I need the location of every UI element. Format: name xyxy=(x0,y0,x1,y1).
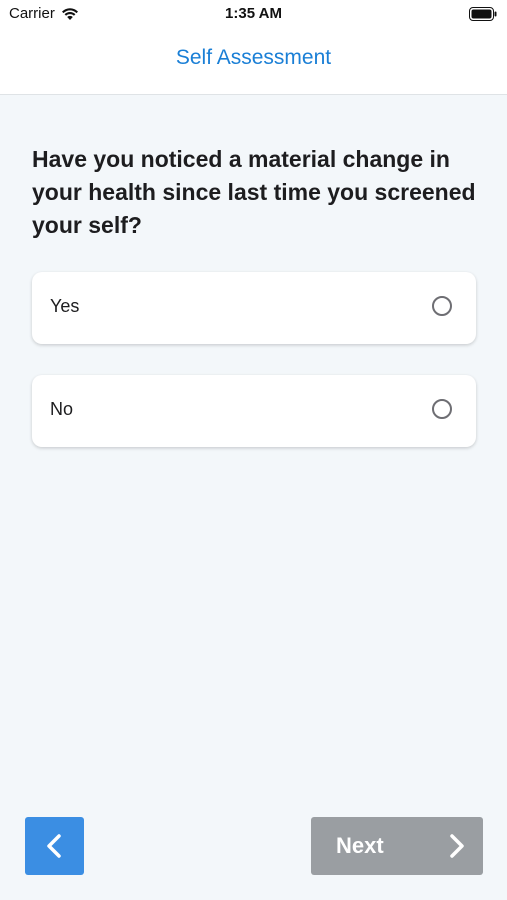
navigation-bar: Self Assessment xyxy=(0,30,507,95)
status-bar: Carrier 1:35 AM xyxy=(0,0,507,30)
chevron-left-icon xyxy=(47,834,61,858)
option-label-no: No xyxy=(50,399,74,419)
radio-button-no[interactable] xyxy=(432,399,452,419)
radio-button-yes[interactable] xyxy=(432,296,452,316)
next-button[interactable]: Next xyxy=(311,817,483,875)
next-button-label: Next xyxy=(336,833,384,858)
question-text: Have you noticed a material change in yo… xyxy=(32,146,476,238)
option-label-yes: Yes xyxy=(50,296,80,316)
page-title: Self Assessment xyxy=(175,46,332,69)
status-time: 1:35 AM xyxy=(225,5,282,22)
chevron-right-icon xyxy=(450,834,464,858)
battery-icon xyxy=(469,7,497,21)
option-yes[interactable]: Yes xyxy=(32,272,476,344)
option-no[interactable]: No xyxy=(32,375,476,447)
back-button[interactable] xyxy=(25,817,84,875)
